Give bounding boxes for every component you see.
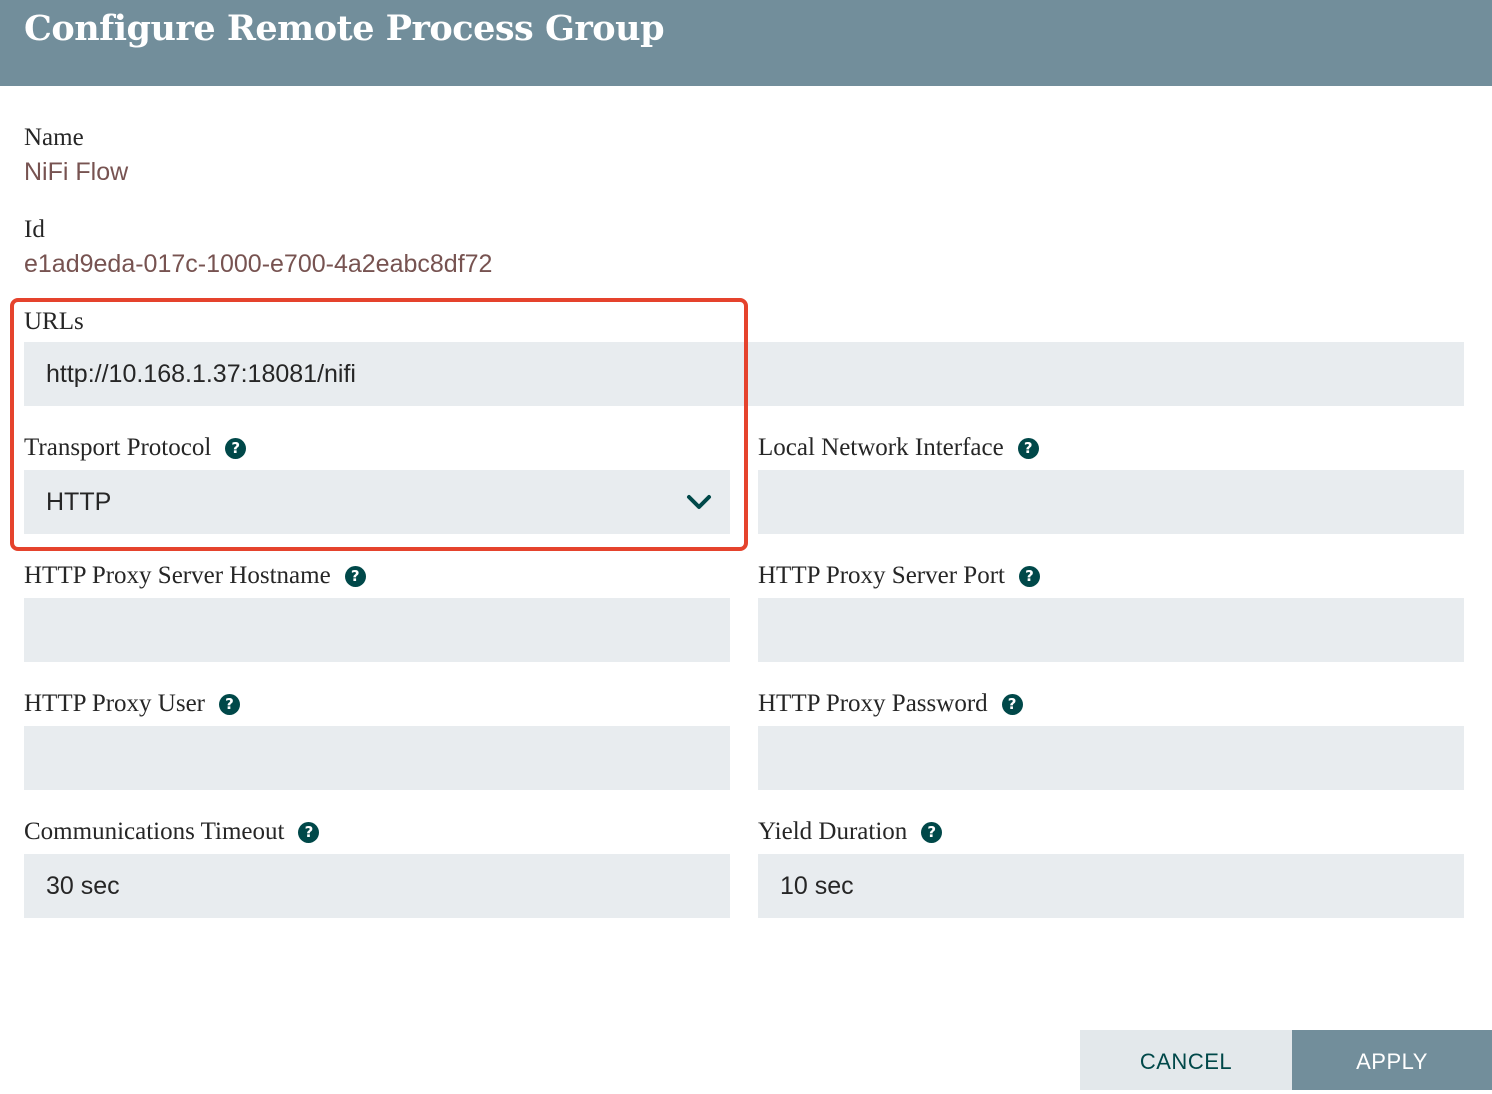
help-icon[interactable]: ? [1001,694,1023,715]
proxy-port-label: HTTP Proxy Server Port? [758,562,1040,590]
proxy-port-input[interactable] [758,598,1464,662]
help-icon[interactable]: ? [1018,566,1040,587]
help-icon[interactable]: ? [921,822,943,843]
help-icon[interactable]: ? [298,822,320,843]
proxy-user-label-text: HTTP Proxy User [24,690,206,717]
communications-timeout-label-text: Communications Timeout [24,818,285,845]
help-icon[interactable]: ? [1017,438,1039,459]
help-icon[interactable]: ? [344,566,366,587]
proxy-port-label-text: HTTP Proxy Server Port [758,562,1005,589]
communications-timeout-label: Communications Timeout? [24,818,320,846]
proxy-hostname-label: HTTP Proxy Server Hostname? [24,562,366,590]
transport-protocol-value: HTTP [46,488,112,516]
proxy-user-label: HTTP Proxy User? [24,690,241,718]
yield-duration-label-text: Yield Duration [758,818,908,845]
local-network-interface-label-text: Local Network Interface [758,434,1004,461]
chevron-down-icon [687,495,711,509]
name-label: Name [24,124,84,151]
proxy-password-label-text: HTTP Proxy Password [758,690,988,717]
proxy-hostname-label-text: HTTP Proxy Server Hostname [24,562,331,589]
name-value: NiFi Flow [24,158,129,186]
yield-duration-input[interactable]: 10 sec [758,854,1464,918]
proxy-password-input[interactable] [758,726,1464,790]
yield-duration-label: Yield Duration? [758,818,943,846]
id-label: Id [24,216,45,243]
transport-protocol-label-text: Transport Protocol [24,434,212,461]
transport-protocol-select[interactable]: HTTP [24,470,730,534]
dialog-header: Configure Remote Process Group [0,0,1492,86]
urls-label: URLs [24,308,84,335]
transport-protocol-label: Transport Protocol? [24,434,247,462]
proxy-user-input[interactable] [24,726,730,790]
cancel-button[interactable]: CANCEL [1080,1030,1292,1090]
id-value: e1ad9eda-017c-1000-e700-4a2eabc8df72 [24,250,493,278]
local-network-interface-label: Local Network Interface? [758,434,1039,462]
apply-button[interactable]: APPLY [1292,1030,1492,1090]
communications-timeout-input[interactable]: 30 sec [24,854,730,918]
urls-input[interactable]: http://10.168.1.37:18081/nifi [24,342,1464,406]
dialog-title: Configure Remote Process Group [24,8,665,49]
local-network-interface-input[interactable] [758,470,1464,534]
help-icon[interactable]: ? [219,694,241,715]
help-icon[interactable]: ? [225,438,247,459]
proxy-password-label: HTTP Proxy Password? [758,690,1023,718]
proxy-hostname-input[interactable] [24,598,730,662]
